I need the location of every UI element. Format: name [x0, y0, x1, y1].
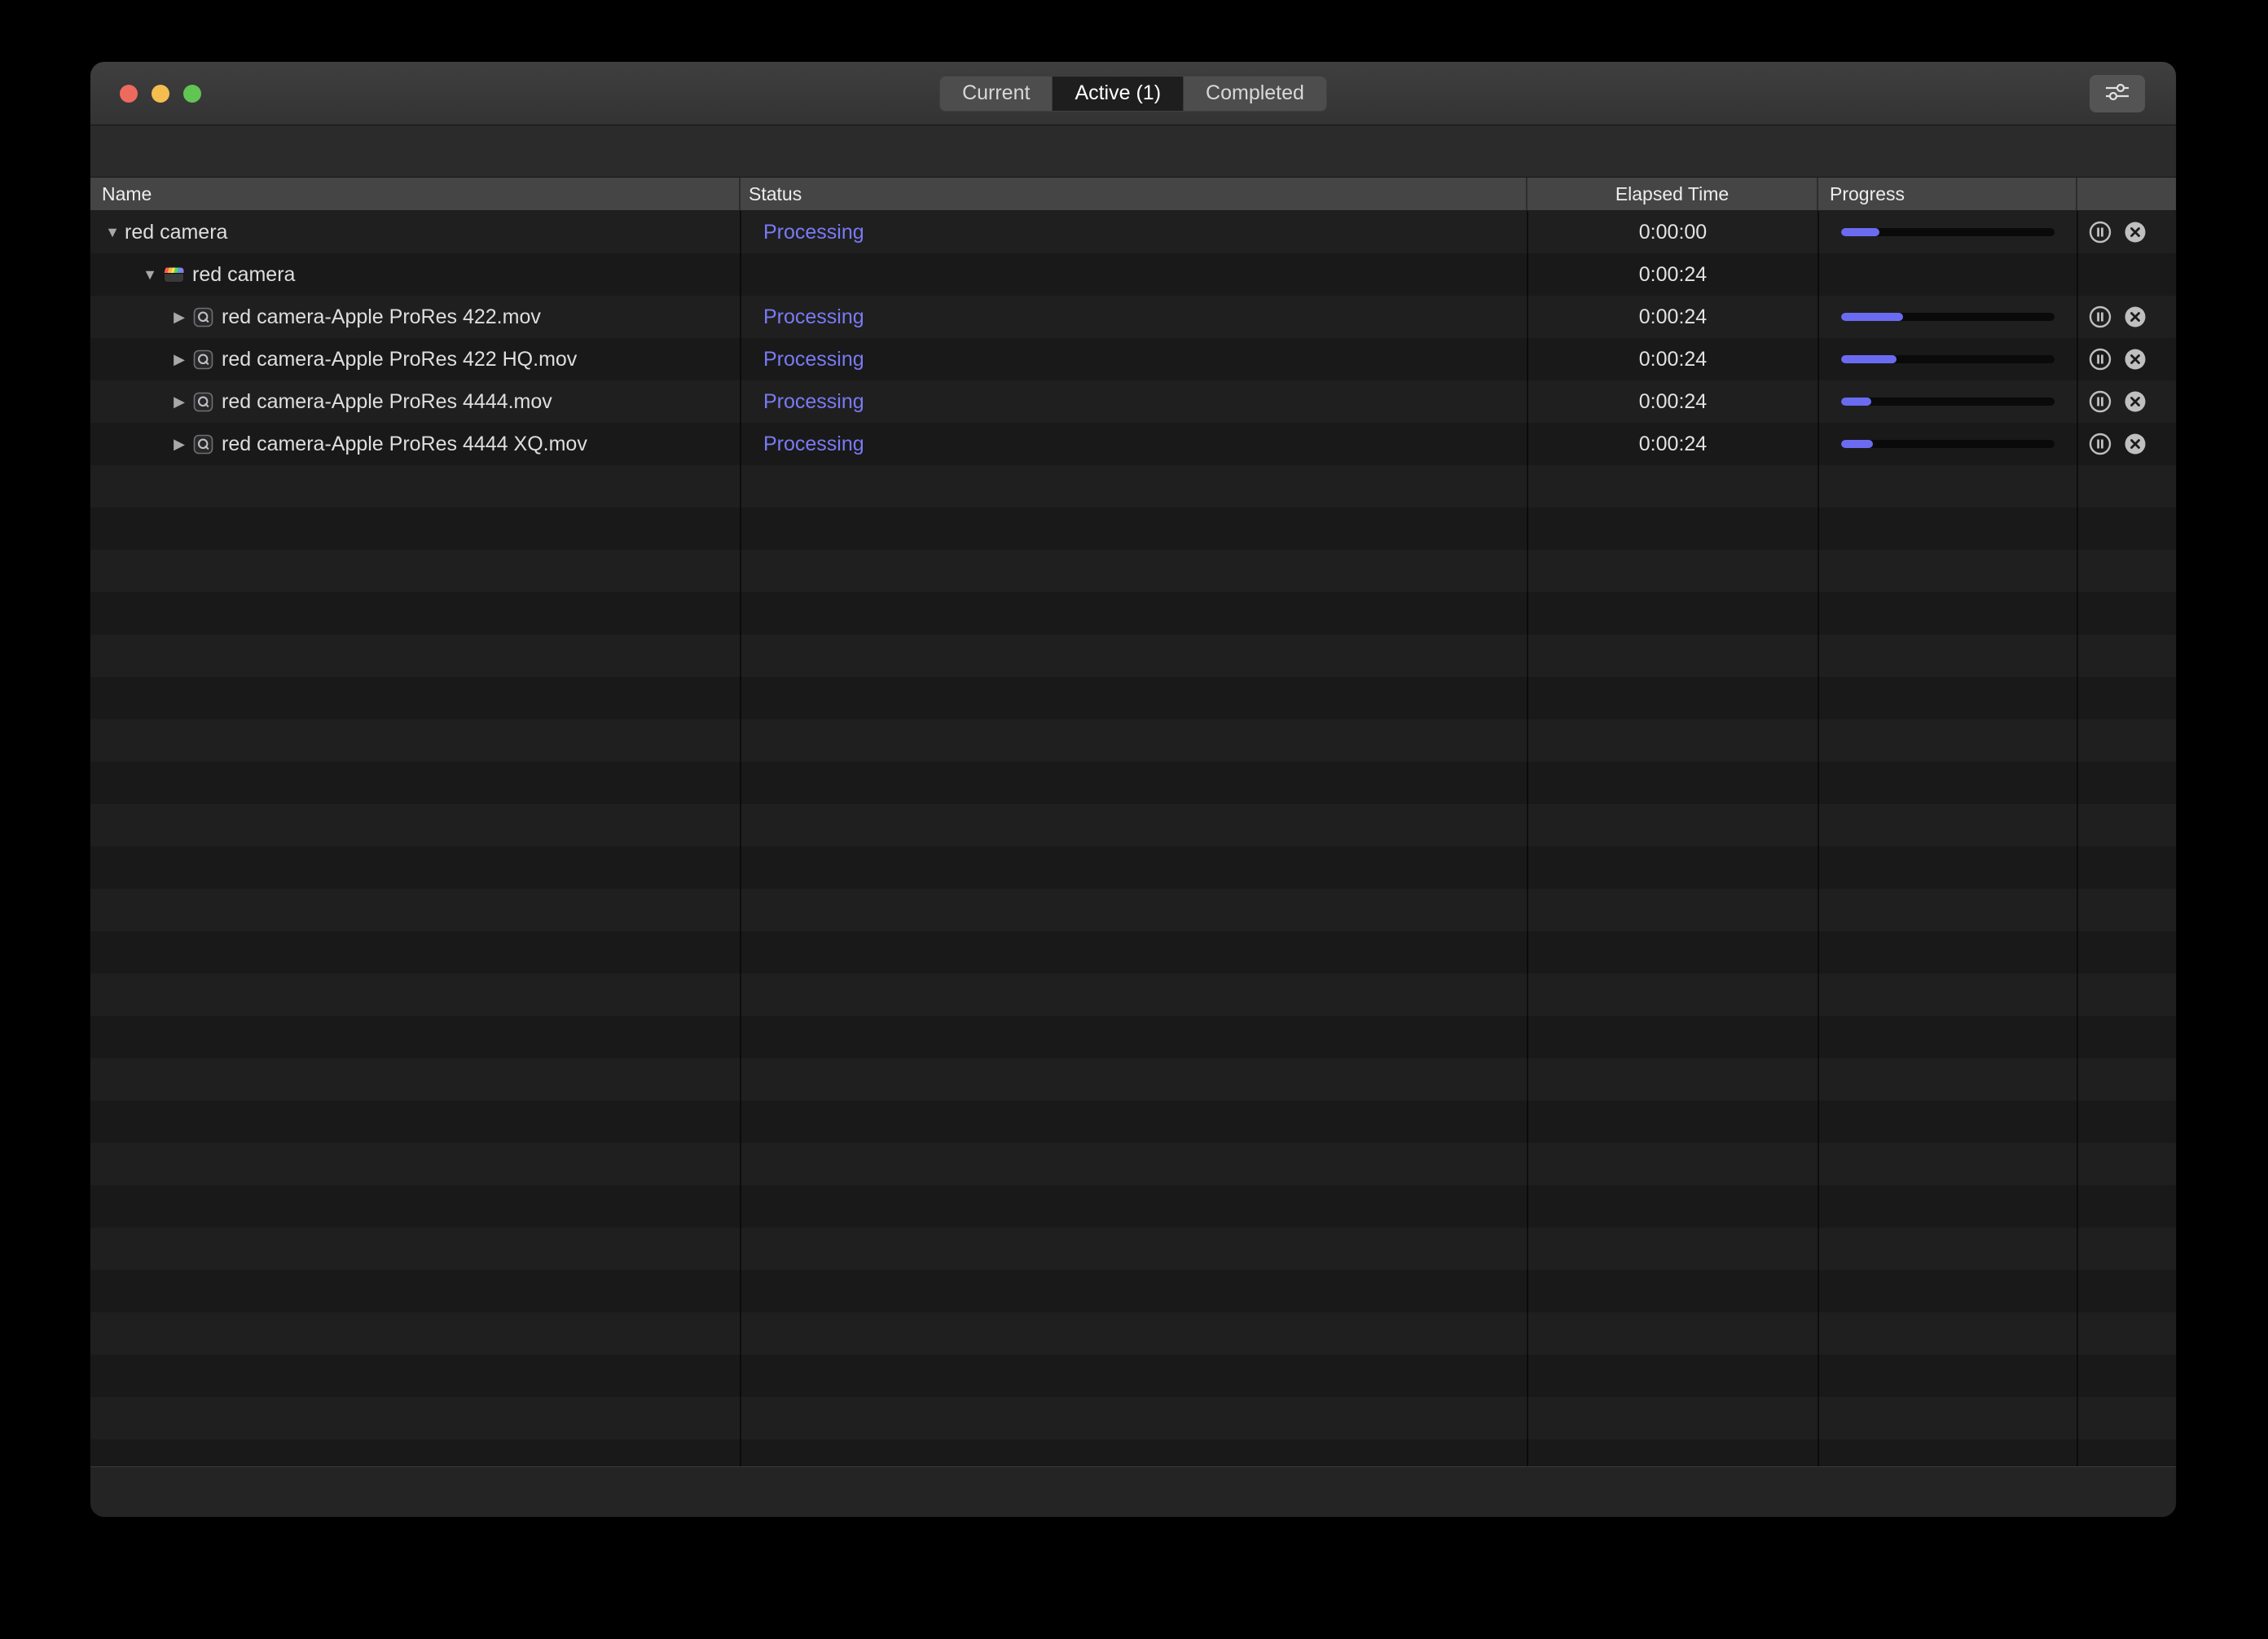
- traffic-lights: [120, 62, 201, 125]
- sliders-icon: [2103, 81, 2132, 107]
- progress-cell: [1818, 440, 2077, 448]
- name-cell: ▶ red camera-Apple ProRes 4444 XQ.mov: [90, 423, 741, 465]
- cancel-button[interactable]: [2124, 390, 2147, 413]
- settings-button[interactable]: [2090, 75, 2145, 112]
- disclosure-triangle-icon[interactable]: ▶: [167, 436, 191, 453]
- row-controls: [2077, 221, 2176, 244]
- column-header-elapsed-time[interactable]: Elapsed Time: [1527, 178, 1818, 210]
- name-cell: ▼ red camera: [90, 253, 741, 296]
- disclosure-triangle-icon[interactable]: ▼: [100, 224, 125, 241]
- view-segmented-control: Current Active (1) Completed: [939, 75, 1327, 112]
- progress-bar: [1841, 398, 2055, 406]
- status-text: Processing: [763, 220, 864, 244]
- row-controls: [2077, 305, 2176, 328]
- status-cell: Processing: [741, 433, 1527, 456]
- row-name: red camera-Apple ProRes 422.mov: [222, 305, 541, 328]
- tab-completed[interactable]: Completed: [1184, 77, 1326, 111]
- table-row[interactable]: ▶ red camera-Apple ProRes 4444.mov Proce…: [90, 380, 2176, 423]
- close-button[interactable]: [120, 84, 138, 103]
- zoom-button[interactable]: [183, 84, 201, 103]
- progress-cell: [1818, 313, 2077, 321]
- pause-button[interactable]: [2089, 390, 2112, 413]
- tab-active[interactable]: Active (1): [1053, 76, 1185, 111]
- pause-button[interactable]: [2089, 348, 2112, 371]
- disclosure-triangle-icon[interactable]: ▶: [167, 351, 191, 368]
- cancel-button[interactable]: [2124, 221, 2147, 244]
- progress-cell: [1818, 355, 2077, 363]
- status-text: Processing: [763, 432, 864, 455]
- title-bar: Current Active (1) Completed: [90, 62, 2176, 125]
- progress-bar: [1841, 313, 2055, 321]
- row-name: red camera-Apple ProRes 4444.mov: [222, 389, 552, 413]
- progress-fill: [1841, 398, 1871, 406]
- progress-cell: [1818, 228, 2077, 236]
- clapboard-icon: [162, 263, 185, 286]
- elapsed-time: 0:00:24: [1638, 347, 1708, 371]
- name-cell: ▼ red camera: [90, 211, 741, 253]
- status-cell: Processing: [741, 348, 1527, 371]
- movie-icon: [191, 305, 214, 328]
- progress-fill: [1841, 228, 1880, 236]
- pause-button[interactable]: [2089, 433, 2112, 455]
- status-text: Processing: [763, 305, 864, 328]
- row-controls: [2077, 390, 2176, 413]
- name-cell: ▶ red camera-Apple ProRes 422.mov: [90, 296, 741, 338]
- cancel-button[interactable]: [2124, 433, 2147, 455]
- column-header-status[interactable]: Status: [741, 178, 1527, 210]
- progress-bar: [1841, 355, 2055, 363]
- row-controls: [2077, 348, 2176, 371]
- row-name: red camera-Apple ProRes 4444 XQ.mov: [222, 432, 587, 455]
- disclosure-triangle-icon[interactable]: ▶: [167, 309, 191, 326]
- batch-monitor-window: Current Active (1) Completed Name Status…: [90, 61, 2177, 1518]
- pause-button[interactable]: [2089, 221, 2112, 244]
- disclosure-triangle-icon[interactable]: ▼: [138, 266, 162, 283]
- progress-cell: [1818, 398, 2077, 406]
- pause-button[interactable]: [2089, 305, 2112, 328]
- table-row[interactable]: ▶ red camera-Apple ProRes 422.mov Proces…: [90, 296, 2176, 338]
- table-row[interactable]: ▼ red camera Processing 0:00:00: [90, 211, 2176, 253]
- status-cell: Processing: [741, 305, 1527, 329]
- row-controls: [2077, 433, 2176, 455]
- row-name: red camera-Apple ProRes 422 HQ.mov: [222, 347, 578, 371]
- status-cell: Processing: [741, 390, 1527, 414]
- movie-icon: [191, 433, 214, 455]
- progress-bar: [1841, 440, 2055, 448]
- elapsed-time: 0:00:00: [1638, 220, 1708, 244]
- column-header-name[interactable]: Name: [90, 178, 741, 210]
- elapsed-time: 0:00:24: [1638, 389, 1708, 413]
- progress-bar: [1841, 228, 2055, 236]
- disclosure-triangle-icon[interactable]: ▶: [167, 393, 191, 411]
- movie-icon: [191, 390, 214, 413]
- row-name: red camera: [192, 262, 296, 286]
- progress-fill: [1841, 440, 1874, 448]
- elapsed-time: 0:00:24: [1638, 262, 1708, 286]
- table-row[interactable]: ▼ red camera 0:00:24: [90, 253, 2176, 296]
- movie-icon: [191, 348, 214, 371]
- minimize-button[interactable]: [152, 84, 169, 103]
- table-header: Name Status Elapsed Time Progress: [90, 178, 2176, 211]
- elapsed-time: 0:00:24: [1638, 432, 1708, 455]
- footer-bar: [90, 1466, 2176, 1517]
- row-name: red camera: [125, 220, 228, 244]
- table-row[interactable]: ▶ red camera-Apple ProRes 422 HQ.mov Pro…: [90, 338, 2176, 380]
- progress-fill: [1841, 313, 1903, 321]
- elapsed-time: 0:00:24: [1638, 305, 1708, 328]
- cancel-button[interactable]: [2124, 348, 2147, 371]
- status-cell: Processing: [741, 221, 1527, 244]
- column-header-progress[interactable]: Progress: [1818, 178, 2077, 210]
- progress-fill: [1841, 355, 1897, 363]
- name-cell: ▶ red camera-Apple ProRes 422 HQ.mov: [90, 338, 741, 380]
- toolbar-strip: [90, 125, 2176, 178]
- name-cell: ▶ red camera-Apple ProRes 4444.mov: [90, 380, 741, 423]
- tab-current[interactable]: Current: [940, 76, 1053, 111]
- table-row[interactable]: ▶ red camera-Apple ProRes 4444 XQ.mov Pr…: [90, 423, 2176, 465]
- column-header-controls: [2077, 178, 2176, 210]
- table-body: ▼ red camera Processing 0:00:00 ▼ red ca…: [90, 211, 2176, 1466]
- status-text: Processing: [763, 389, 864, 413]
- cancel-button[interactable]: [2124, 305, 2147, 328]
- status-text: Processing: [763, 347, 864, 371]
